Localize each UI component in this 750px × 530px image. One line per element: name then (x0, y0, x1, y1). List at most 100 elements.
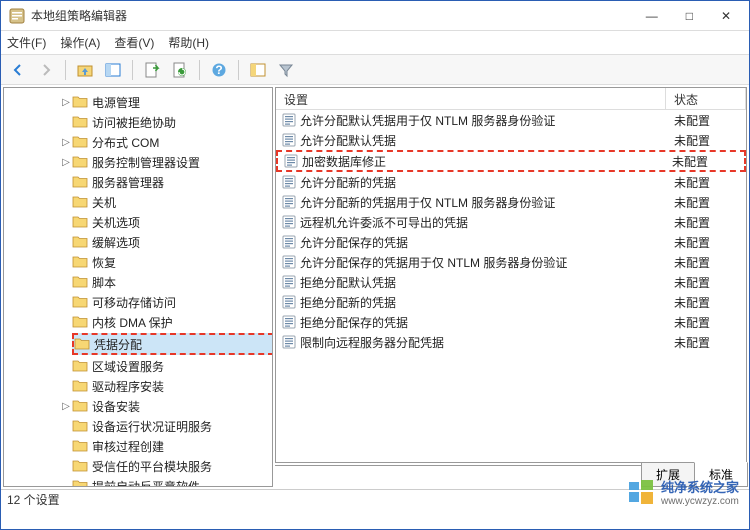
watermark: 纯净系统之家 www.ycwzyz.com (627, 477, 739, 507)
list-item-label: 拒绝分配默认凭据 (300, 274, 666, 291)
help-button[interactable]: ? (208, 59, 230, 81)
tree-item[interactable]: ▷服务控制管理器设置 (74, 152, 272, 172)
column-header-status[interactable]: 状态 (666, 88, 746, 109)
tree-item[interactable]: 驱动程序安装 (74, 376, 272, 396)
list-item-label: 允许分配新的凭据 (300, 174, 666, 191)
menu-file[interactable]: 文件(F) (7, 34, 46, 51)
tree-item-label: 恢复 (92, 254, 116, 271)
list-item-label: 拒绝分配新的凭据 (300, 294, 666, 311)
menu-action[interactable]: 操作(A) (60, 34, 100, 51)
svg-text:?: ? (215, 63, 222, 77)
list-item-label: 允许分配保存的凭据 (300, 234, 666, 251)
list-row[interactable]: 允许分配保存的凭据用于仅 NTLM 服务器身份验证未配置 (276, 252, 746, 272)
tree-item-label: 凭据分配 (94, 336, 142, 353)
export-button[interactable] (141, 59, 163, 81)
toolbar-separator (199, 60, 200, 80)
chevron-right-icon[interactable]: ▷ (60, 401, 72, 412)
tree-item-label: 区域设置服务 (92, 358, 164, 375)
menu-help[interactable]: 帮助(H) (168, 34, 209, 51)
tree-item[interactable]: 服务器管理器 (74, 172, 272, 192)
list-row[interactable]: 限制向远程服务器分配凭据未配置 (276, 332, 746, 352)
tree-item-label: 设备运行状况证明服务 (92, 418, 212, 435)
tree-item[interactable]: 访问被拒绝协助 (74, 112, 272, 132)
tree-item[interactable]: 区域设置服务 (74, 356, 272, 376)
tree-item[interactable]: 凭据分配 (72, 333, 272, 355)
list-row[interactable]: 拒绝分配默认凭据未配置 (276, 272, 746, 292)
tree-item-label: 驱动程序安装 (92, 378, 164, 395)
close-button[interactable]: ✕ (715, 7, 737, 25)
list-row[interactable]: 允许分配默认凭据用于仅 NTLM 服务器身份验证未配置 (276, 110, 746, 130)
tree-item-label: 缓解选项 (92, 234, 140, 251)
content-area: ▷电源管理访问被拒绝协助▷分布式 COM▷服务控制管理器设置服务器管理器关机关机… (1, 85, 749, 489)
tree-item[interactable]: 可移动存储访问 (74, 292, 272, 312)
back-button[interactable] (7, 59, 29, 81)
tree-item-label: 审核过程创建 (92, 438, 164, 455)
list-row[interactable]: 允许分配新的凭据未配置 (276, 172, 746, 192)
list-item-status: 未配置 (666, 274, 746, 291)
toolbar-separator (238, 60, 239, 80)
tree-item-label: 电源管理 (92, 94, 140, 111)
menu-view[interactable]: 查看(V) (114, 34, 154, 51)
list-row[interactable]: 拒绝分配新的凭据未配置 (276, 292, 746, 312)
list-item-status: 未配置 (666, 174, 746, 191)
properties-button[interactable] (247, 59, 269, 81)
tree-item[interactable]: 受信任的平台模块服务 (74, 456, 272, 476)
tree-item[interactable]: 关机 (74, 192, 272, 212)
list-header: 设置 状态 (276, 88, 746, 110)
tree-item[interactable]: ▷分布式 COM (74, 132, 272, 152)
list-row[interactable]: 远程机允许委派不可导出的凭据未配置 (276, 212, 746, 232)
list-item-status: 未配置 (666, 234, 746, 251)
tree-item[interactable]: ▷电源管理 (74, 92, 272, 112)
list-row[interactable]: 拒绝分配保存的凭据未配置 (276, 312, 746, 332)
toolbar-separator (132, 60, 133, 80)
tree-item-label: 内核 DMA 保护 (92, 314, 173, 331)
list-row[interactable]: 允许分配新的凭据用于仅 NTLM 服务器身份验证未配置 (276, 192, 746, 212)
chevron-right-icon[interactable]: ▷ (60, 97, 72, 108)
tree-item[interactable]: 缓解选项 (74, 232, 272, 252)
show-hide-tree-button[interactable] (102, 59, 124, 81)
menubar: 文件(F) 操作(A) 查看(V) 帮助(H) (1, 31, 749, 55)
list-item-label: 允许分配默认凭据 (300, 132, 666, 149)
list-item-status: 未配置 (664, 153, 744, 170)
right-pane: 设置 状态 允许分配默认凭据用于仅 NTLM 服务器身份验证未配置允许分配默认凭… (275, 87, 747, 487)
tree-item[interactable]: 审核过程创建 (74, 436, 272, 456)
tree-item-label: 服务器管理器 (92, 174, 164, 191)
list-item-status: 未配置 (666, 214, 746, 231)
tabs-spacer (275, 465, 641, 466)
maximize-button[interactable]: □ (680, 7, 699, 25)
list-item-status: 未配置 (666, 334, 746, 351)
tree-item[interactable]: 设备运行状况证明服务 (74, 416, 272, 436)
minimize-button[interactable]: — (640, 7, 664, 25)
tree-scroll[interactable]: ▷电源管理访问被拒绝协助▷分布式 COM▷服务控制管理器设置服务器管理器关机关机… (4, 88, 272, 486)
up-level-button[interactable] (74, 59, 96, 81)
tree-item-label: 关机选项 (92, 214, 140, 231)
tree-item-label: 设备安装 (92, 398, 140, 415)
list-row[interactable]: 允许分配默认凭据未配置 (276, 130, 746, 150)
column-header-setting[interactable]: 设置 (276, 88, 666, 109)
list-item-status: 未配置 (666, 194, 746, 211)
chevron-right-icon[interactable]: ▷ (60, 157, 72, 168)
tree-item[interactable]: 恢复 (74, 252, 272, 272)
watermark-text: 纯净系统之家 (661, 480, 739, 495)
watermark-logo-icon (627, 478, 655, 506)
filter-button[interactable] (275, 59, 297, 81)
tree-item-label: 访问被拒绝协助 (92, 114, 176, 131)
tree-item[interactable]: 脚本 (74, 272, 272, 292)
titlebar: 本地组策略编辑器 — □ ✕ (1, 1, 749, 31)
list-body[interactable]: 允许分配默认凭据用于仅 NTLM 服务器身份验证未配置允许分配默认凭据未配置加密… (276, 110, 746, 462)
tree-item[interactable]: ▷设备安装 (74, 396, 272, 416)
app-icon (9, 8, 25, 24)
toolbar-separator (65, 60, 66, 80)
tree-item[interactable]: 关机选项 (74, 212, 272, 232)
tree-item[interactable]: 提前启动反恶意软件 (74, 476, 272, 486)
list-item-label: 限制向远程服务器分配凭据 (300, 334, 666, 351)
list-item-label: 远程机允许委派不可导出的凭据 (300, 214, 666, 231)
tree-item-label: 分布式 COM (92, 134, 159, 151)
tree-item[interactable]: 内核 DMA 保护 (74, 312, 272, 332)
refresh-button[interactable] (169, 59, 191, 81)
list-row[interactable]: 加密数据库修正未配置 (276, 150, 746, 172)
forward-button[interactable] (35, 59, 57, 81)
chevron-right-icon[interactable]: ▷ (60, 137, 72, 148)
list-item-label: 允许分配默认凭据用于仅 NTLM 服务器身份验证 (300, 112, 666, 129)
list-row[interactable]: 允许分配保存的凭据未配置 (276, 232, 746, 252)
